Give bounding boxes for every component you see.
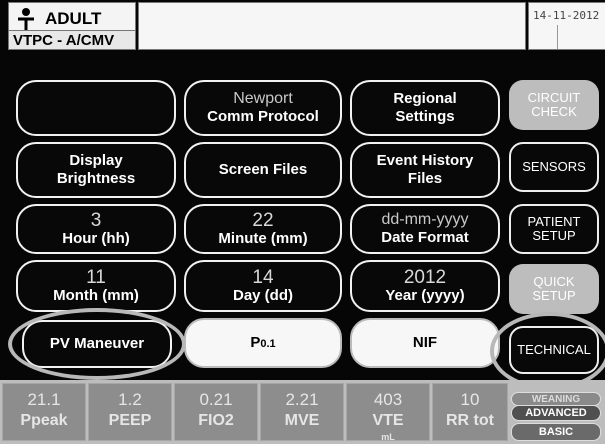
sensors-button[interactable]: SENSORS <box>509 142 599 192</box>
pv-maneuver-label: PV Maneuver <box>49 335 145 352</box>
metric-label: VTE <box>372 412 404 429</box>
metric-label: RR tot <box>446 412 494 429</box>
metric-rr-tot[interactable]: 10 RR tot <box>432 383 508 441</box>
month-button[interactable]: 11 Month (mm) <box>16 260 176 312</box>
hour-label: Hour (hh) <box>62 229 130 247</box>
circuit-check-line1: CIRCUIT <box>527 90 581 105</box>
circuit-check-line2: CHECK <box>531 104 577 119</box>
patient-setup-line2: SETUP <box>532 228 576 243</box>
metric-value: 403 <box>373 390 403 409</box>
divider <box>557 25 558 49</box>
date-format-label: Date Format <box>381 229 469 246</box>
blank-menu-button[interactable] <box>16 80 176 136</box>
month-value: 11 <box>86 266 106 288</box>
display-label-line2: Brightness <box>56 170 136 187</box>
metric-label: FIO2 <box>198 412 234 429</box>
p01-main: P <box>250 333 261 351</box>
quick-setup-button[interactable]: QUICK SETUP <box>509 264 599 314</box>
minute-value: 22 <box>252 209 274 231</box>
datetime-panel: 14-11-2012 03:22 <box>528 2 605 50</box>
day-value: 14 <box>252 266 274 288</box>
year-button[interactable]: 2012 Year (yyyy) <box>350 260 500 312</box>
metric-label: PEEP <box>108 412 152 429</box>
patient-type-panel[interactable]: ADULT VTPC - A/CMV <box>8 2 136 50</box>
month-label: Month (mm) <box>53 286 139 304</box>
ventilation-mode-label: VTPC - A/CMV <box>9 30 135 49</box>
display-brightness-button[interactable]: Display Brightness <box>16 142 176 198</box>
minute-button[interactable]: 22 Minute (mm) <box>184 204 342 254</box>
patient-setup-line1: PATIENT <box>527 214 581 229</box>
advanced-button[interactable]: ADVANCED <box>511 405 601 421</box>
header-strip <box>138 2 526 50</box>
weaning-button[interactable]: WEANING <box>511 392 601 406</box>
day-button[interactable]: 14 Day (dd) <box>184 260 342 312</box>
patient-setup-button[interactable]: PATIENT SETUP <box>509 204 599 254</box>
weaning-label: WEANING <box>531 394 581 405</box>
pv-maneuver-button[interactable]: PV Maneuver <box>22 320 172 368</box>
year-value: 2012 <box>403 266 447 288</box>
metric-label: MVE <box>284 412 320 429</box>
metric-peep[interactable]: 1.2 PEEP <box>88 383 172 441</box>
date-format-value: dd-mm-yyyy <box>381 211 469 228</box>
datetime-text: 14-11-2012 03:22 <box>533 9 605 22</box>
technical-label: TECHNICAL <box>517 342 591 357</box>
metric-fio2[interactable]: 0.21 FIO2 <box>174 383 258 441</box>
regional-settings-button[interactable]: Regional Settings <box>350 80 500 136</box>
p01-subscript: 0.1 <box>260 337 276 350</box>
event-history-line2: Files <box>407 170 443 187</box>
sensors-label: SENSORS <box>522 159 586 174</box>
advanced-label: ADVANCED <box>525 407 587 419</box>
metric-mve[interactable]: 2.21 MVE <box>260 383 344 441</box>
technical-button[interactable]: TECHNICAL <box>509 326 599 374</box>
event-history-files-button[interactable]: Event History Files <box>350 142 500 198</box>
screen-files-button[interactable]: Screen Files <box>184 142 342 198</box>
newport-comm-protocol-button[interactable]: Newport Comm Protocol <box>184 80 342 136</box>
basic-label: BASIC <box>538 426 574 438</box>
hour-button[interactable]: 3 Hour (hh) <box>16 204 176 254</box>
quick-setup-line1: QUICK <box>533 274 575 289</box>
day-label: Day (dd) <box>233 286 293 304</box>
ventilator-screen: ADULT VTPC - A/CMV 14-11-2012 03:22 Newp… <box>0 0 605 444</box>
screen-files-label: Screen Files <box>218 161 308 178</box>
regional-label-line2: Settings <box>395 108 455 125</box>
metric-value: 10 <box>460 390 480 409</box>
p01-button[interactable]: P0.1 <box>184 318 342 368</box>
year-label: Year (yyyy) <box>385 286 465 304</box>
hour-value: 3 <box>90 209 102 231</box>
metric-value: 21.1 <box>27 390 61 409</box>
metric-ppeak[interactable]: 21.1 Ppeak <box>2 383 86 441</box>
metric-value: 1.2 <box>118 390 142 409</box>
p01-label: P0.1 <box>250 334 275 353</box>
nif-label: NIF <box>412 334 438 351</box>
metric-label: Ppeak <box>20 412 68 429</box>
comm-protocol-label: Comm Protocol <box>207 108 319 125</box>
patient-type-label: ADULT <box>45 9 102 28</box>
event-history-line1: Event History <box>376 152 474 169</box>
nif-button[interactable]: NIF <box>350 318 500 368</box>
metric-value: 0.21 <box>199 390 233 409</box>
minute-label: Minute (mm) <box>218 229 308 247</box>
metric-value: 2.21 <box>285 390 319 409</box>
newport-label: Newport <box>233 90 293 107</box>
regional-label-line1: Regional <box>393 90 457 107</box>
circuit-check-button[interactable]: CIRCUIT CHECK <box>509 80 599 130</box>
quick-setup-line2: SETUP <box>532 288 576 303</box>
metric-unit: mL <box>381 432 395 442</box>
display-label-line1: Display <box>69 152 123 169</box>
metric-vte[interactable]: 403 VTE mL <box>346 383 430 442</box>
basic-button[interactable]: BASIC <box>511 423 601 441</box>
date-format-button[interactable]: dd-mm-yyyy Date Format <box>350 204 500 254</box>
